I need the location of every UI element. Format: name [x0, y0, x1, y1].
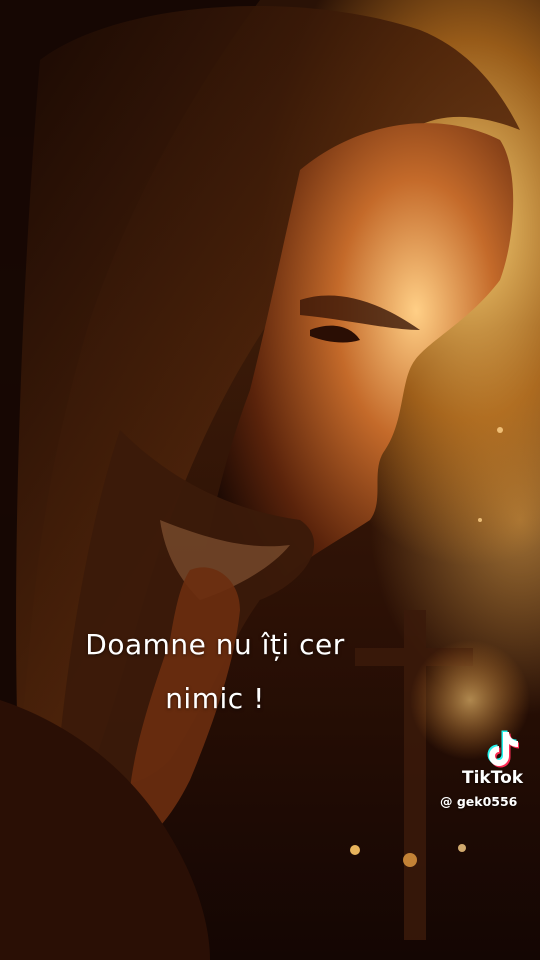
video-frame: Doamne nu îți cer nimic ! TikTok @ gek05… — [0, 0, 540, 960]
caption-line-2: nimic ! — [165, 682, 265, 715]
praying-figure-photo — [0, 0, 530, 960]
tiktok-logo-icon — [487, 730, 519, 768]
tiktok-brand-label: TikTok — [462, 768, 524, 788]
tiktok-username: @ gek0556 — [440, 794, 518, 809]
caption-line-1: Doamne nu îți cer — [85, 628, 345, 661]
